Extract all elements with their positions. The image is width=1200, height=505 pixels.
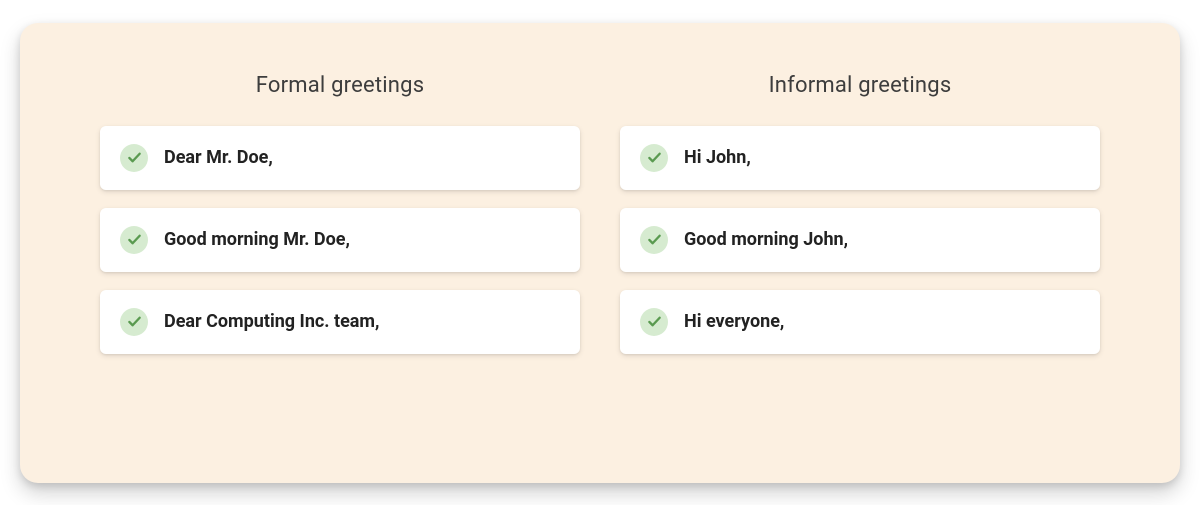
formal-item-list: Dear Mr. Doe, Good morning Mr. Doe, Dear… <box>100 126 580 354</box>
informal-column: Informal greetings Hi John, Good morning… <box>620 73 1100 423</box>
list-item-label: Hi John, <box>684 147 751 168</box>
list-item: Good morning John, <box>620 208 1100 272</box>
list-item-label: Dear Mr. Doe, <box>164 147 273 168</box>
informal-column-title: Informal greetings <box>620 73 1100 98</box>
check-icon <box>120 226 148 254</box>
list-item: Dear Mr. Doe, <box>100 126 580 190</box>
check-icon <box>640 144 668 172</box>
list-item-label: Good morning John, <box>684 229 848 250</box>
list-item-label: Good morning Mr. Doe, <box>164 229 350 250</box>
list-item: Hi John, <box>620 126 1100 190</box>
list-item: Dear Computing Inc. team, <box>100 290 580 354</box>
informal-item-list: Hi John, Good morning John, Hi everyone, <box>620 126 1100 354</box>
formal-column-title: Formal greetings <box>100 73 580 98</box>
check-icon <box>120 144 148 172</box>
formal-column: Formal greetings Dear Mr. Doe, Good morn… <box>100 73 580 423</box>
check-icon <box>640 226 668 254</box>
check-icon <box>120 308 148 336</box>
check-icon <box>640 308 668 336</box>
list-item-label: Dear Computing Inc. team, <box>164 311 379 332</box>
list-item: Good morning Mr. Doe, <box>100 208 580 272</box>
list-item-label: Hi everyone, <box>684 311 784 332</box>
greetings-card: Formal greetings Dear Mr. Doe, Good morn… <box>20 23 1180 483</box>
list-item: Hi everyone, <box>620 290 1100 354</box>
